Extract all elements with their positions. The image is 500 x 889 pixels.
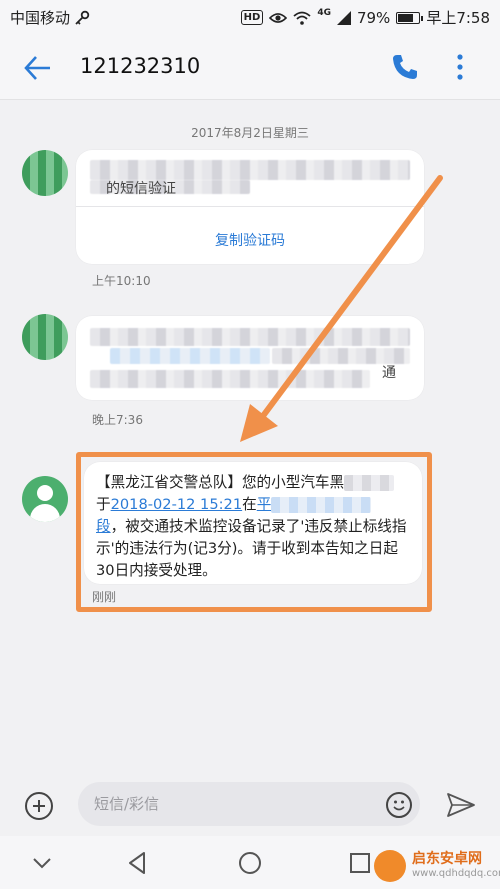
send-icon[interactable] [446, 792, 476, 818]
composer-bar [0, 770, 500, 836]
message-input[interactable] [78, 782, 420, 826]
nav-home-icon[interactable] [236, 849, 264, 877]
hide-nav-icon[interactable] [28, 849, 56, 877]
add-attachment-icon[interactable] [25, 792, 53, 820]
watermark-name: 启东安卓网 [412, 851, 482, 867]
emoji-icon[interactable] [386, 792, 412, 818]
nav-back-icon[interactable] [124, 849, 152, 877]
watermark-logo-icon [374, 850, 406, 882]
pointer-arrow [240, 175, 443, 442]
watermark: 启东安卓网 www.qdhdqdq.com [370, 846, 500, 886]
watermark-url: www.qdhdqdq.com [412, 868, 500, 879]
